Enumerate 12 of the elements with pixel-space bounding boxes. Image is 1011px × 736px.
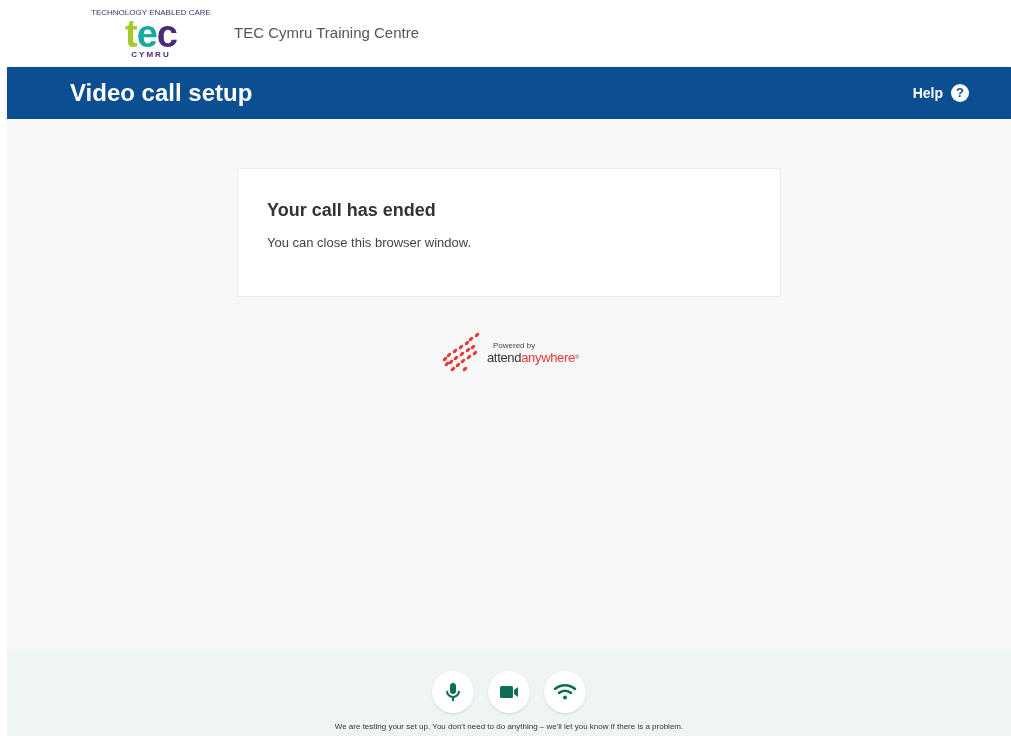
logo-tagline: TECHNOLOGY ENABLED CARE <box>91 8 211 17</box>
help-link[interactable]: Help ? <box>912 82 969 104</box>
card-title: Your call has ended <box>267 199 437 222</box>
site-title: TEC Cymru Training Centre <box>234 23 420 44</box>
status-message: We are testing your set up. You don't need to do anything – we'll let you know if there is a problem. <box>334 721 684 733</box>
powered-by-caption: Powered by <box>492 341 537 350</box>
card-message: You can close this browser window. <box>267 234 473 252</box>
logo-wordmark: tec <box>124 16 178 51</box>
logo-subtitle: CYMRU <box>131 50 171 59</box>
page-title: Video call setup <box>70 78 253 108</box>
brand-name: attendanywhere$^{®}$ <box>486 349 580 367</box>
help-icon: ? <box>951 84 969 102</box>
